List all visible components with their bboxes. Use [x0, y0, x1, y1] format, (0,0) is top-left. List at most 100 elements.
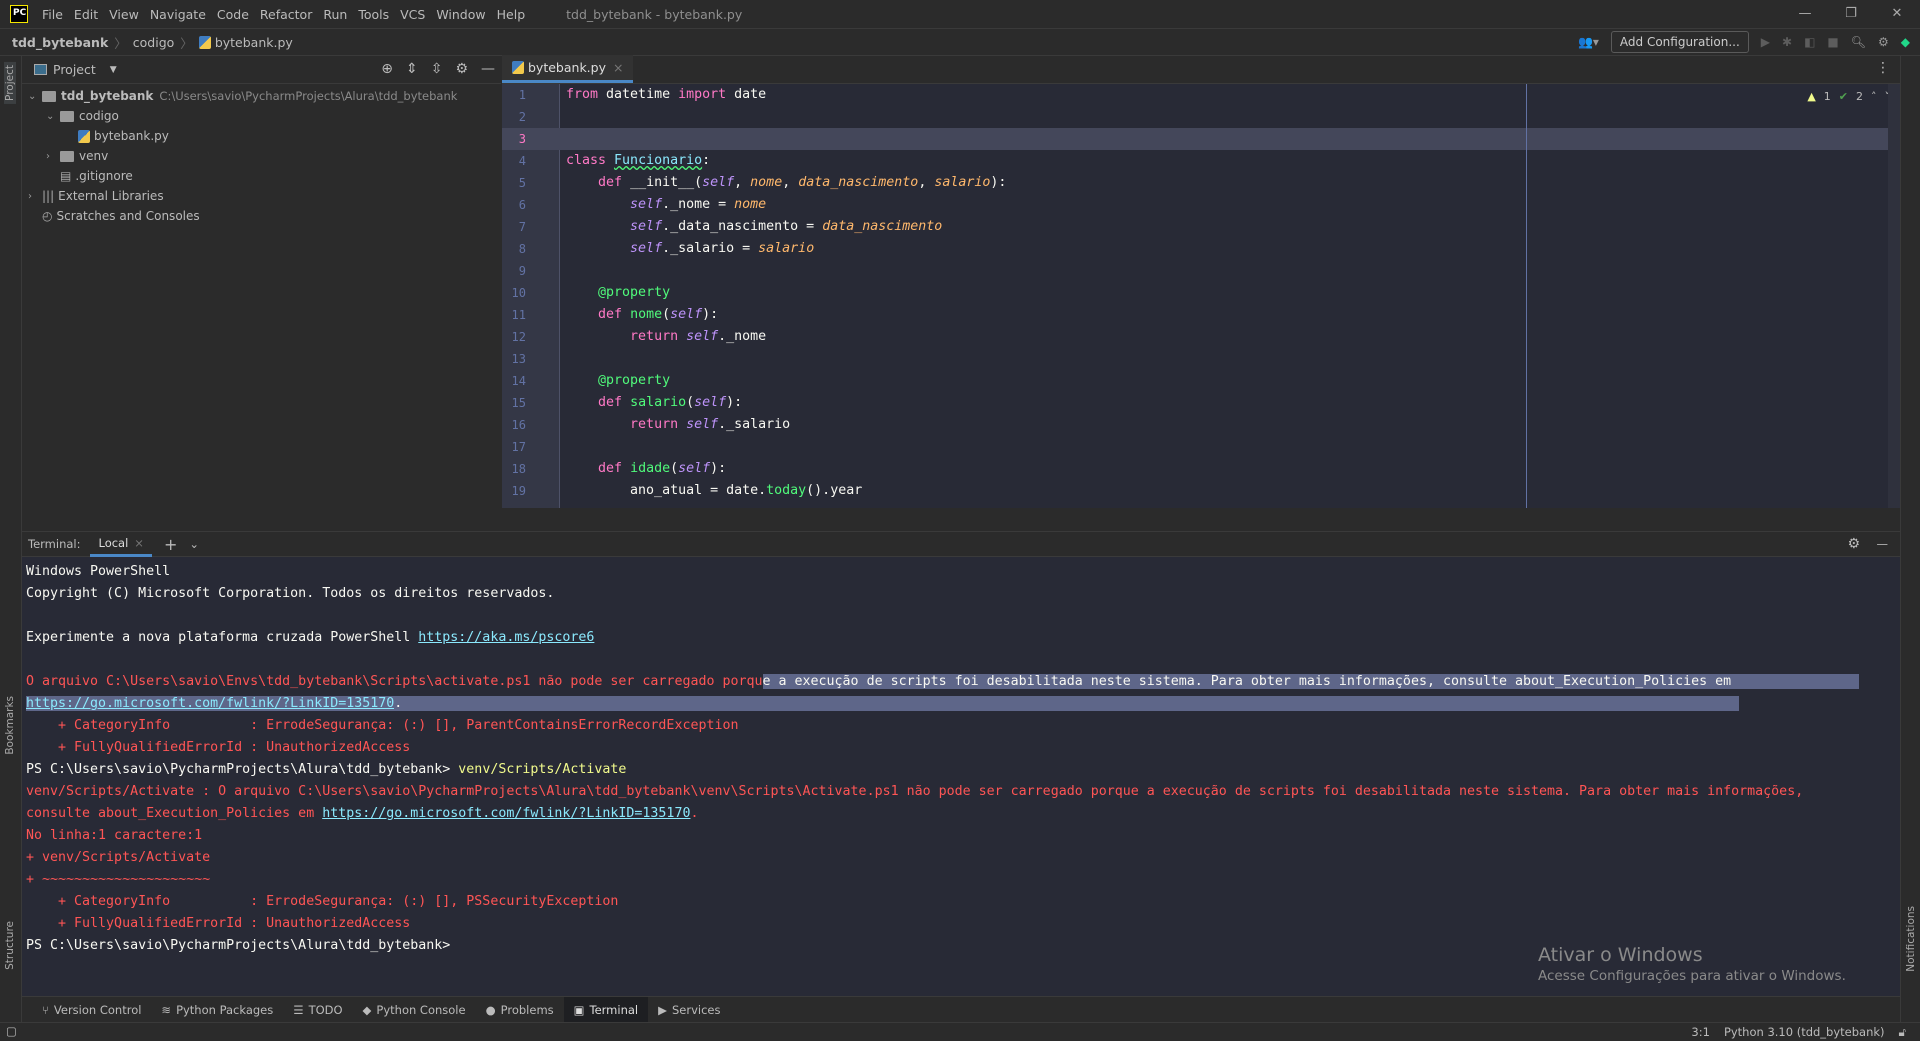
breadcrumb-folder[interactable]: codigo: [133, 35, 175, 50]
code-line[interactable]: 11 def nome(self):: [502, 304, 1900, 326]
tab-bytebank-py[interactable]: bytebank.py ×: [502, 55, 634, 83]
menu-run[interactable]: Run: [323, 7, 347, 22]
code-line[interactable]: 4 class Funcionario:: [502, 150, 1900, 172]
terminal-output[interactable]: Windows PowerShell Copyright (C) Microsof…: [22, 557, 1900, 957]
code-line[interactable]: 13: [502, 348, 1900, 370]
code-line[interactable]: 19 ano_atual = date.today().year: [502, 480, 1900, 502]
code-line[interactable]: 14 @property: [502, 370, 1900, 392]
line-number: 11: [511, 308, 526, 322]
gear-icon[interactable]: ⚙: [1878, 35, 1889, 49]
terminal-link[interactable]: e a execução de scripts foi desabilitada…: [762, 674, 1860, 689]
project-view-selector[interactable]: Project: [53, 62, 96, 77]
tree-item[interactable]: ◴ Scratches and Consoles: [22, 206, 501, 226]
collapse-all-icon[interactable]: ⇳: [431, 61, 443, 77]
hide-icon[interactable]: —: [1877, 537, 1889, 551]
tree-item[interactable]: bytebank.py: [22, 126, 501, 146]
chevron-right-icon[interactable]: ›: [46, 151, 60, 162]
notifications-tool-button[interactable]: Notifications: [1905, 906, 1917, 972]
code-line[interactable]: 3: [502, 128, 1900, 150]
stop-icon[interactable]: ■: [1827, 35, 1838, 49]
menu-window[interactable]: Window: [436, 7, 485, 22]
tool-window-python-console[interactable]: ◆ Python Console: [353, 997, 476, 1023]
add-configuration-button[interactable]: Add Configuration...: [1610, 31, 1749, 53]
menu-code[interactable]: Code: [217, 7, 249, 22]
code-line[interactable]: 18 def idade(self):: [502, 458, 1900, 480]
menu-file[interactable]: File: [42, 7, 63, 22]
chevron-down-icon[interactable]: ⌄: [46, 111, 60, 122]
chevron-down-icon[interactable]: ⌄: [28, 91, 42, 102]
code-line[interactable]: 2: [502, 106, 1900, 128]
code-line[interactable]: 12 return self._nome: [502, 326, 1900, 348]
chevron-up-icon[interactable]: ˄: [1871, 90, 1877, 103]
code-line[interactable]: 1 from datetime import date: [502, 84, 1900, 106]
search-icon[interactable]: 🔍︎: [1851, 35, 1866, 49]
code-line[interactable]: 17: [502, 436, 1900, 458]
breadcrumb-file[interactable]: bytebank.py: [215, 35, 293, 50]
user-icon[interactable]: 👥▾: [1578, 35, 1599, 49]
menu-tools[interactable]: Tools: [358, 7, 389, 22]
tree-item[interactable]: ▤ .gitignore: [22, 166, 501, 186]
chevron-down-icon[interactable]: ▼: [110, 65, 117, 75]
terminal-link[interactable]: https://go.microsoft.com/fwlink/?LinkID=…: [26, 696, 395, 711]
code-line[interactable]: 5 def __init__(self, nome, data_nascimen…: [502, 172, 1900, 194]
terminal-link[interactable]: https://go.microsoft.com/fwlink/?LinkID=…: [322, 806, 690, 821]
menu-navigate[interactable]: Navigate: [150, 7, 206, 22]
structure-tool-button[interactable]: Structure: [4, 921, 16, 970]
menu-help[interactable]: Help: [497, 7, 526, 22]
jetbrains-icon[interactable]: ◆: [1901, 35, 1910, 49]
close-tab-icon[interactable]: ×: [613, 60, 623, 75]
breadcrumb-project[interactable]: tdd_bytebank: [12, 35, 108, 50]
terminal-link[interactable]: .: [394, 696, 1740, 711]
code-line[interactable]: 9: [502, 260, 1900, 282]
code-token: (: [662, 307, 671, 322]
tool-window-problems[interactable]: ● Problems: [476, 997, 564, 1023]
code-area[interactable]: 1 from datetime import date 2 3 4 class Funci…: [502, 84, 1900, 502]
tool-window-version-control[interactable]: ⑂ Version Control: [32, 997, 151, 1023]
code-line[interactable]: 15 def salario(self):: [502, 392, 1900, 414]
menu-edit[interactable]: Edit: [74, 7, 98, 22]
tool-window-python-packages[interactable]: ≋ Python Packages: [151, 997, 283, 1023]
caret-position[interactable]: 3:1: [1691, 1025, 1710, 1040]
expand-all-icon[interactable]: ⇕: [406, 61, 418, 77]
code-line[interactable]: 7 self._data_nascimento = data_nasciment…: [502, 216, 1900, 238]
tree-item[interactable]: ⌄ tdd_bytebank C:\Users\savio\PycharmProje…: [22, 86, 501, 106]
close-button[interactable]: ✕: [1874, 0, 1920, 28]
tool-window-services[interactable]: ▶ Services: [648, 997, 730, 1023]
editor-scrollbar[interactable]: [1888, 84, 1900, 508]
minimize-button[interactable]: —: [1782, 0, 1828, 28]
tree-item[interactable]: › ||| External Libraries: [22, 186, 501, 206]
panel-toggle-icon[interactable]: ▢: [6, 1024, 17, 1038]
chevron-right-icon[interactable]: ›: [28, 191, 42, 202]
more-icon[interactable]: ⋮: [1876, 60, 1890, 76]
tool-window-terminal[interactable]: ▣ Terminal: [563, 996, 649, 1023]
tab-local[interactable]: Local ×: [90, 531, 152, 557]
restore-button[interactable]: ❐: [1828, 0, 1874, 28]
project-tool-button[interactable]: Project: [4, 62, 16, 104]
code-line[interactable]: 10 @property: [502, 282, 1900, 304]
new-tab-icon[interactable]: +: [164, 535, 177, 554]
hide-icon[interactable]: —: [481, 61, 495, 77]
menu-view[interactable]: View: [109, 7, 139, 22]
terminal-link[interactable]: https://aka.ms/pscore6: [418, 630, 594, 645]
bookmarks-tool-button[interactable]: Bookmarks: [4, 696, 16, 755]
gear-icon[interactable]: ⚙: [1847, 536, 1860, 552]
menu-vcs[interactable]: VCS: [400, 7, 425, 22]
run-icon[interactable]: ▶: [1761, 35, 1770, 49]
close-tab-icon[interactable]: ×: [134, 536, 144, 550]
locate-icon[interactable]: ⊕: [381, 61, 393, 77]
chevron-down-icon[interactable]: ⌄: [189, 537, 199, 551]
tree-item[interactable]: › venv: [22, 146, 501, 166]
gear-icon[interactable]: ⚙: [455, 61, 468, 77]
inspection-widget[interactable]: ▲1 ✔2 ˄˅: [1807, 90, 1890, 103]
menu-refactor[interactable]: Refactor: [260, 7, 312, 22]
python-interpreter[interactable]: Python 3.10 (tdd_bytebank): [1724, 1025, 1885, 1040]
debug-icon[interactable]: ✱: [1782, 35, 1792, 49]
coverage-icon[interactable]: ◧: [1804, 35, 1815, 49]
code-line[interactable]: 6 self._nome = nome: [502, 194, 1900, 216]
tree-item[interactable]: ⌄ codigo: [22, 106, 501, 126]
code-line[interactable]: 16 return self._salario: [502, 414, 1900, 436]
lock-icon[interactable]: 🔓︎: [1899, 1025, 1906, 1040]
tool-window-todo[interactable]: ☰ TODO: [283, 997, 352, 1023]
code-line[interactable]: 8 self._salario = salario: [502, 238, 1900, 260]
